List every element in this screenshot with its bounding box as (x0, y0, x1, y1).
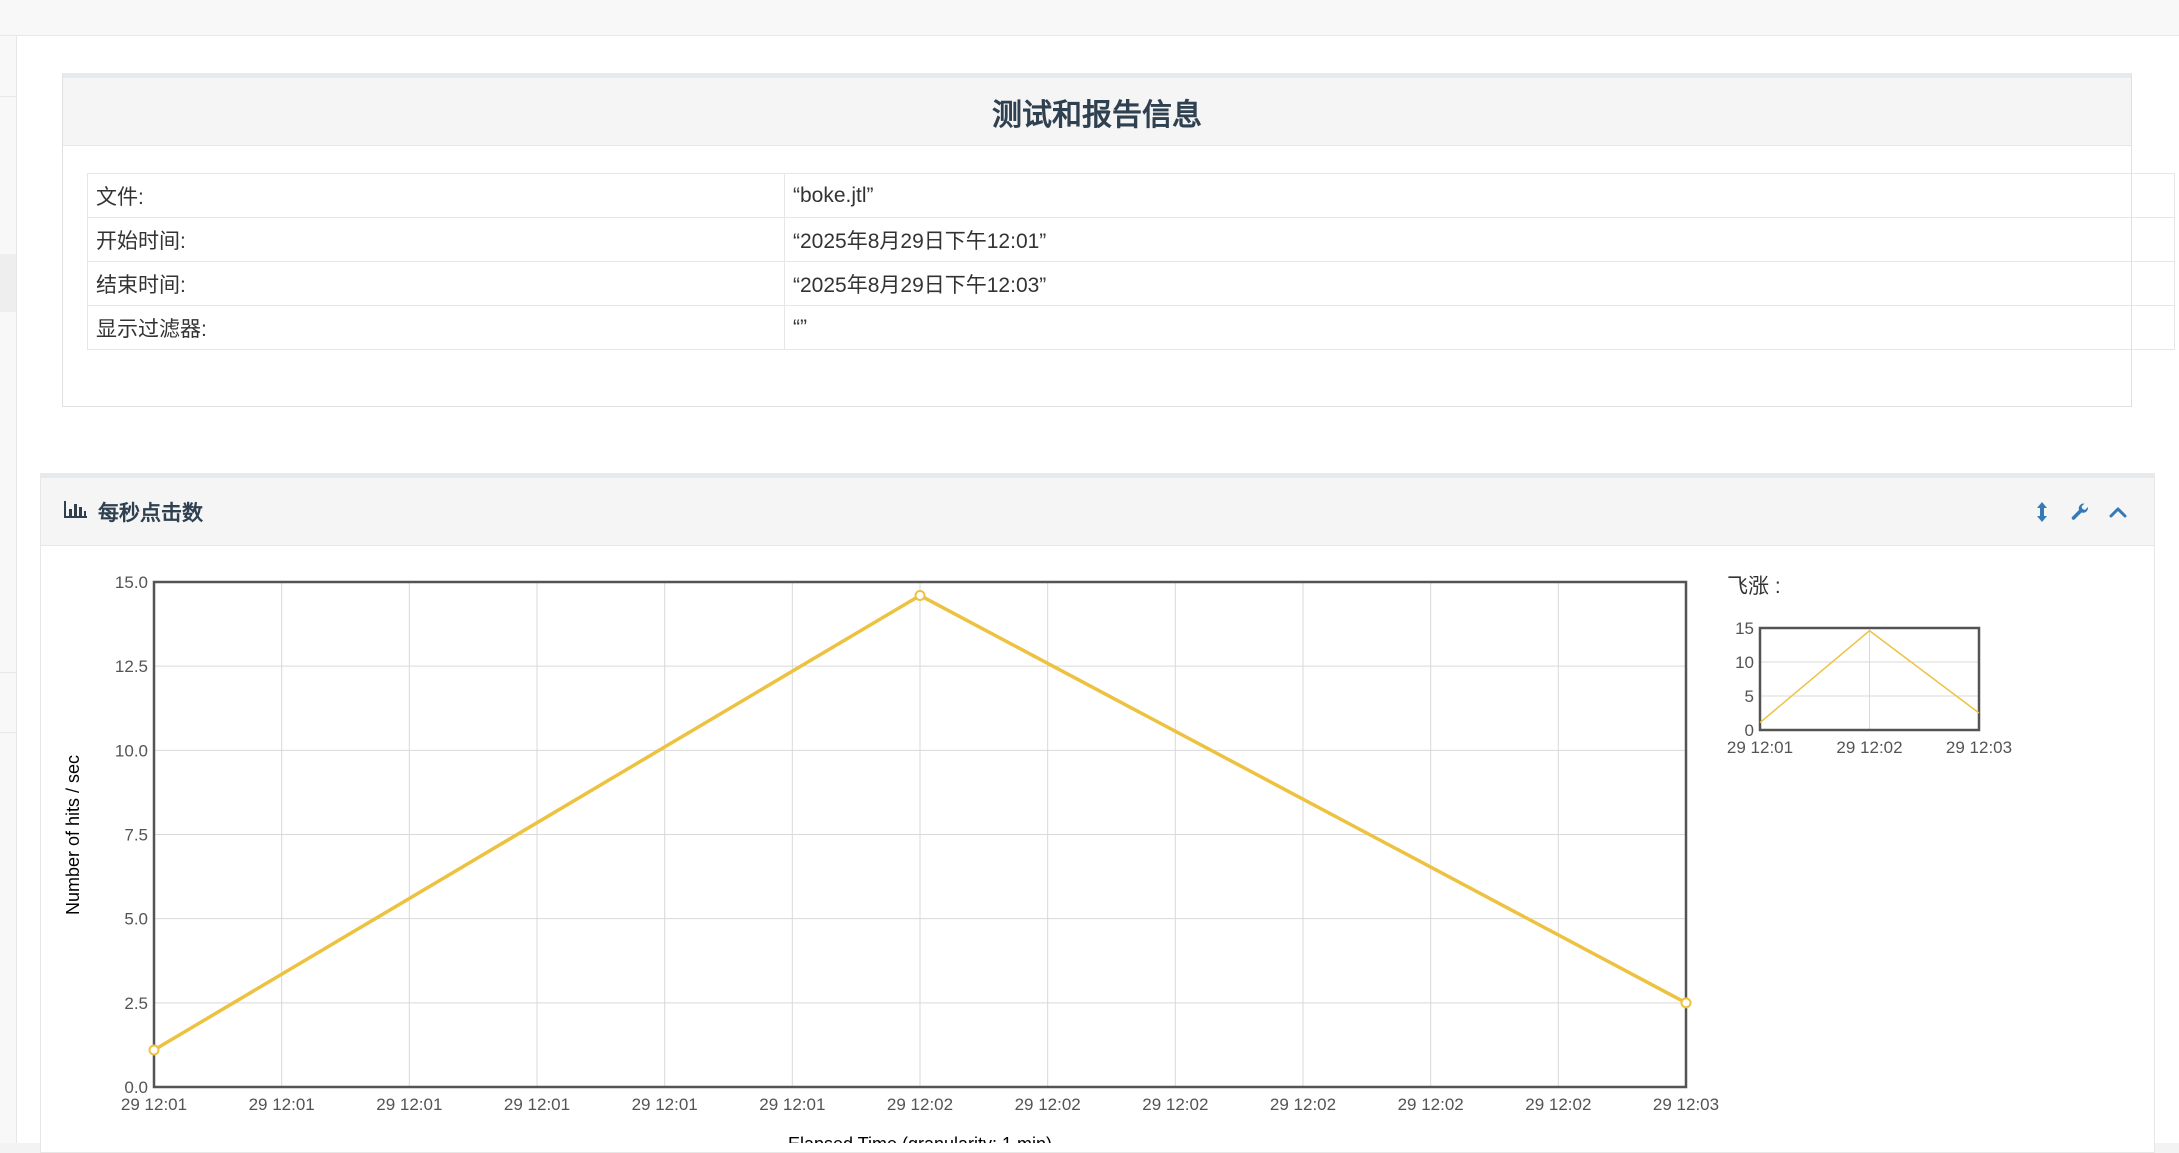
x-tick-label: 29 12:01 (249, 1095, 315, 1114)
x-tick-label: 29 12:02 (887, 1095, 953, 1114)
x-tick-label: 29 12:03 (1653, 1095, 1719, 1114)
overview-y-tick-label: 10 (1735, 653, 1754, 672)
x-tick-label: 29 12:01 (632, 1095, 698, 1114)
y-tick-label: 15.0 (115, 573, 148, 592)
overview-grid (1760, 628, 1979, 730)
y-axis-label: Number of hits / sec (63, 755, 83, 915)
x-axis-label: Elapsed Time (granularity: 1 min) (788, 1134, 1052, 1143)
hits-per-second-chart: 0.02.55.07.510.012.515.0 29 12:01 29 12:0… (63, 573, 2012, 1143)
y-axis-ticks: 0.02.55.07.510.012.515.0 (115, 573, 148, 1097)
data-point (148, 1044, 160, 1056)
y-tick-label: 12.5 (115, 657, 148, 676)
overview-x-tick-label: 29 12:01 (1727, 738, 1793, 757)
x-tick-label: 29 12:01 (376, 1095, 442, 1114)
y-tick-label: 2.5 (124, 994, 148, 1013)
overview-x-tick-label: 29 12:02 (1836, 738, 1902, 757)
data-point (914, 589, 926, 601)
x-tick-label: 29 12:02 (1142, 1095, 1208, 1114)
x-axis-ticks: 29 12:01 29 12:01 29 12:01 29 12:01 29 12:01… (121, 1095, 1719, 1114)
x-tick-label: 29 12:02 (1270, 1095, 1336, 1114)
y-tick-label: 10.0 (115, 741, 148, 760)
overview-y-tick-label: 5 (1745, 687, 1754, 706)
data-point (1680, 997, 1692, 1009)
y-tick-label: 5.0 (124, 910, 148, 929)
x-tick-label: 29 12:01 (121, 1095, 187, 1114)
x-tick-label: 29 12:02 (1525, 1095, 1591, 1114)
overview-label: 飞涨 : (1727, 575, 1781, 598)
overview-x-ticks: 29 12:01 29 12:02 29 12:03 (1727, 738, 2012, 757)
overview-y-tick-label: 15 (1735, 619, 1754, 638)
x-tick-label: 29 12:01 (504, 1095, 570, 1114)
y-tick-label: 7.5 (124, 825, 148, 844)
overview-x-tick-label: 29 12:03 (1946, 738, 2012, 757)
x-tick-label: 29 12:02 (1015, 1095, 1081, 1114)
overview-y-ticks: 051015 (1735, 619, 1754, 740)
x-tick-label: 29 12:02 (1398, 1095, 1464, 1114)
chart-grid (154, 582, 1686, 1087)
x-tick-label: 29 12:01 (759, 1095, 825, 1114)
